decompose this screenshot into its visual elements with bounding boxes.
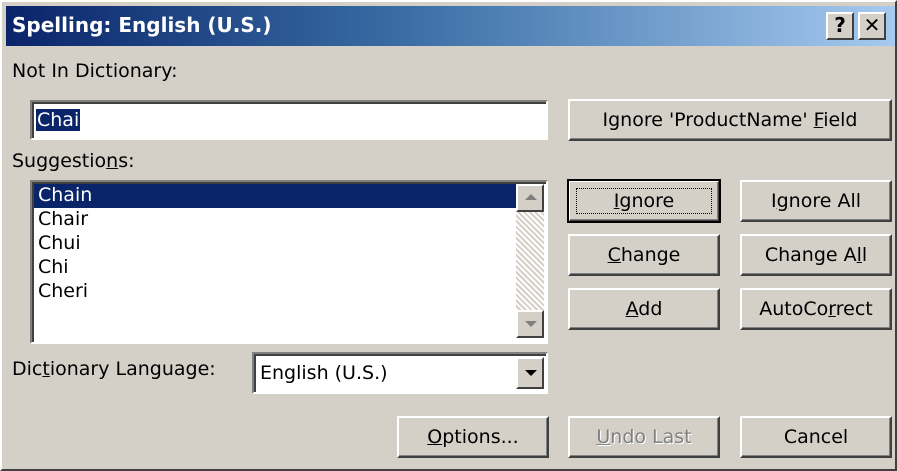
suggestions-label: Suggestions:: [12, 150, 135, 172]
list-item[interactable]: Cheri: [34, 280, 516, 304]
change-all-button[interactable]: Change All: [740, 234, 892, 276]
window-title: Spelling: English (U.S.): [12, 13, 272, 37]
suggestions-list[interactable]: Chain Chair Chui Chi Cheri: [30, 180, 548, 344]
spelling-dialog: Spelling: English (U.S.) ? ✕ Not In Dict…: [0, 0, 897, 471]
arrow-up-icon: [525, 194, 537, 200]
list-item[interactable]: Chair: [34, 208, 516, 232]
scroll-up-button[interactable]: [516, 184, 544, 212]
not-in-dictionary-field[interactable]: Chai: [30, 100, 548, 140]
ignore-all-button[interactable]: Ignore All: [740, 180, 892, 222]
options-button[interactable]: Options...: [397, 416, 549, 458]
cancel-button[interactable]: Cancel: [740, 416, 892, 458]
title-bar[interactable]: Spelling: English (U.S.) ? ✕: [6, 6, 895, 46]
undo-last-button[interactable]: Undo Last: [568, 416, 720, 458]
not-in-dictionary-label: Not In Dictionary:: [12, 60, 178, 82]
autocorrect-button[interactable]: AutoCorrect: [740, 288, 892, 330]
help-button[interactable]: ?: [826, 12, 854, 40]
close-icon: ✕: [863, 13, 881, 37]
dropdown-button[interactable]: [516, 357, 544, 389]
close-button[interactable]: ✕: [858, 12, 886, 40]
list-item[interactable]: Chi: [34, 256, 516, 280]
list-item[interactable]: Chain: [34, 184, 516, 208]
chevron-down-icon: [525, 370, 537, 376]
ignore-field-button[interactable]: Ignore 'ProductName' Field: [568, 99, 892, 141]
change-button[interactable]: Change: [568, 234, 720, 276]
arrow-down-icon: [525, 321, 537, 327]
dictionary-language-value: English (U.S.): [260, 362, 388, 384]
list-item[interactable]: Chui: [34, 232, 516, 256]
not-in-dictionary-word: Chai: [36, 109, 81, 131]
dictionary-language-label: Dictionary Language:: [12, 358, 216, 380]
help-icon: ?: [834, 13, 846, 37]
scrollbar-track[interactable]: [516, 212, 544, 310]
add-button[interactable]: Add: [568, 288, 720, 330]
dictionary-language-select[interactable]: English (U.S.): [252, 352, 548, 394]
suggestions-items: Chain Chair Chui Chi Cheri: [34, 184, 516, 304]
scroll-down-button[interactable]: [516, 310, 544, 338]
ignore-button[interactable]: Ignore: [567, 179, 721, 223]
